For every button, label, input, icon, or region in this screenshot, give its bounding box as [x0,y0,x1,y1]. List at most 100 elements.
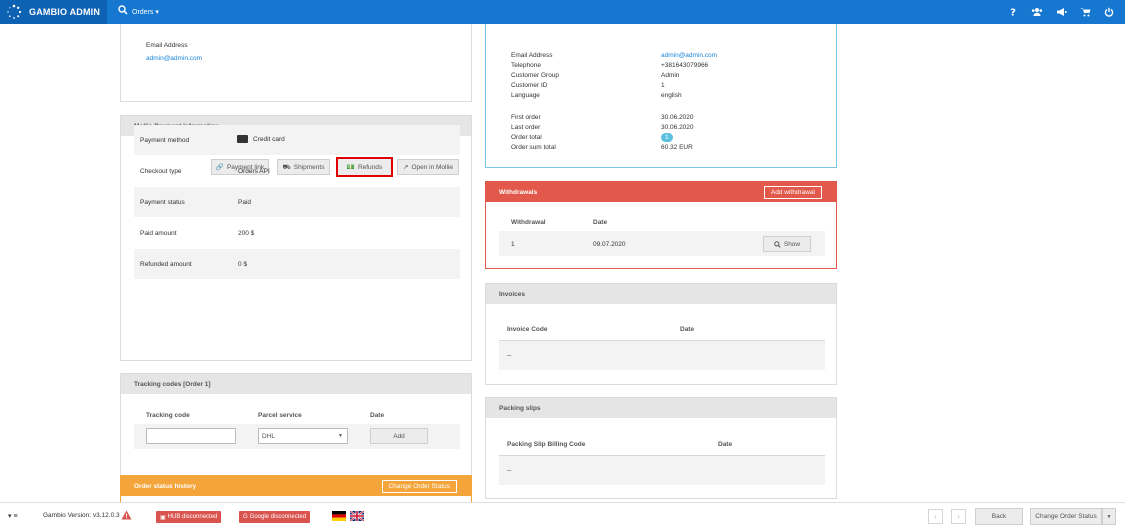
customer-info-value: 1 [661,82,665,89]
status-history-panel: Order status history Change Order Status [120,475,472,502]
customer-info-label: Customer Group [511,72,560,79]
app-title: GAMBIO ADMIN [29,7,101,17]
orders-menu[interactable]: Orders ▾ [132,8,159,16]
change-order-status-header-button[interactable]: Change Order Status [381,480,457,493]
mollie-row-label: Payment method [140,137,190,144]
invoice-empty-row [499,340,825,370]
withdrawal-date: 09.07.2020 [593,241,626,248]
order-stat-label: Order sum total [511,144,556,151]
help-icon[interactable]: ? [1006,5,1020,19]
google-disconnected-badge[interactable]: G Google disconnected [239,511,311,523]
main-content: Email Address admin@admin.com Email Addr… [0,24,1125,502]
shipments-label: Shipments [293,163,325,171]
withdrawals-title-text: Withdrawals [499,189,538,196]
customer-info-label: Language [511,92,540,99]
add-tracking-label: Add [393,432,405,440]
back-label: Back [991,513,1007,520]
date-header: Date [370,412,385,419]
show-label: Show [783,240,801,248]
customer-info-value: english [661,92,682,99]
order-total-badge[interactable]: 1 [661,133,673,142]
add-tracking-button[interactable]: Add [370,428,428,444]
chevron-down-icon: ▼ [338,433,343,439]
customer-info-value: +381643079966 [661,62,709,69]
packing-slips-title: Packing slips [486,398,836,418]
menu-toggle-icon[interactable]: ▾ ≡ [8,512,18,520]
withdrawal-date-header: Date [593,219,608,226]
gambio-version: Gambio Version: v3.12.0.3 [43,512,120,519]
warning-icon[interactable] [121,510,132,520]
order-stat-value: 30.06.2020 [661,124,694,131]
power-icon[interactable] [1102,5,1116,19]
uk-flag-icon[interactable] [350,511,364,521]
customer-address-panel: Email Address admin@admin.com [120,24,472,102]
customer-info-label: Email Address [511,52,553,59]
order-stat-label: Last order [511,124,541,131]
status-history-title-text: Order status history [134,483,197,490]
tracking-panel-title: Tracking codes [Order 1] [121,374,471,394]
customer-info-value: Admin [661,72,680,79]
mollie-row-label: Checkout type [140,168,182,175]
mollie-row-value: Orders API [238,168,270,175]
money-icon: 💵 [346,164,355,171]
packing-slips-panel: Packing slips Packing Slip Billing Code … [485,397,837,499]
bottom-bar: ▾ ≡ Gambio Version: v3.12.0.3 ▣ HUB disco… [0,502,1125,525]
svg-text:?: ? [1010,8,1016,18]
cart-icon[interactable] [1078,5,1092,19]
google-icon: G [243,514,248,520]
parcel-service-header: Parcel service [258,412,302,419]
caret-down-icon: ▼ [1106,513,1112,520]
customer-info-panel: Email Address admin@admin.com Telephone +38… [485,24,837,168]
search-icon[interactable] [118,5,128,15]
change-status-dropdown-toggle[interactable]: ▼ [1102,508,1116,525]
logo-area[interactable]: GAMBIO ADMIN [0,0,107,24]
shipments-button[interactable]: ⛟ Shipments [277,159,330,175]
top-bar: GAMBIO ADMIN Orders ▾ ? [0,0,1125,24]
withdrawal-id: 1 [511,241,515,248]
open-in-mollie-label: Open in Mollie [411,163,453,171]
parcel-service-select[interactable]: DHL ▼ [258,428,348,444]
search-icon [774,240,781,248]
mollie-row-value: Credit card [253,136,285,143]
customer-info-label: Telephone [511,62,541,69]
add-withdrawal-button[interactable]: Add withdrawal [763,186,822,199]
next-order-button[interactable]: › [951,509,966,524]
tracking-code-input[interactable] [146,428,236,444]
google-label: Google disconnected [249,514,307,520]
tracking-code-header: Tracking code [146,412,190,419]
open-in-mollie-button[interactable]: ↗ Open in Mollie [397,159,459,175]
order-stat-value: 30.06.2020 [661,114,694,121]
invoice-date-header: Date [680,326,695,333]
users-icon[interactable] [1030,5,1044,19]
change-order-status-label: Change Order Status [1035,513,1097,520]
withdrawal-col-header: Withdrawal [511,219,546,226]
german-flag-icon[interactable] [332,511,346,521]
order-stat-label: Order total [511,134,542,141]
email-link[interactable]: admin@admin.com [146,55,202,62]
hub-icon: ▣ [160,514,166,521]
chevron-left-icon: ‹ [934,512,937,521]
withdrawals-title: Withdrawals Add withdrawal [486,182,836,202]
refunds-button[interactable]: 💵 Refunds [336,157,393,177]
show-withdrawal-button[interactable]: Show [763,236,811,252]
invoice-code-header: Invoice Code [507,326,548,333]
invoice-empty: -- [507,352,512,359]
tracking-panel: Tracking codes [Order 1] Tracking code P… [120,373,472,486]
mollie-row-value: Paid [238,199,252,206]
hub-disconnected-badge[interactable]: ▣ HUB disconnected [156,511,222,523]
change-order-status-button[interactable]: Change Order Status [1030,508,1102,525]
truck-icon: ⛟ [282,163,291,171]
order-stat-label: First order [511,114,541,121]
megaphone-icon[interactable] [1054,5,1068,19]
mollie-row-value: 200 $ [238,230,255,237]
invoices-title: Invoices [486,284,836,304]
refunds-label: Refunds [357,163,383,171]
parcel-service-value: DHL [262,433,276,440]
gambio-logo-icon [7,4,22,19]
customer-email-link[interactable]: admin@admin.com [661,52,717,59]
back-button[interactable]: Back [975,508,1023,525]
credit-card-icon [237,135,248,143]
email-label: Email Address [146,42,188,49]
top-icons: ? [1006,5,1116,19]
prev-order-button[interactable]: ‹ [928,509,943,524]
